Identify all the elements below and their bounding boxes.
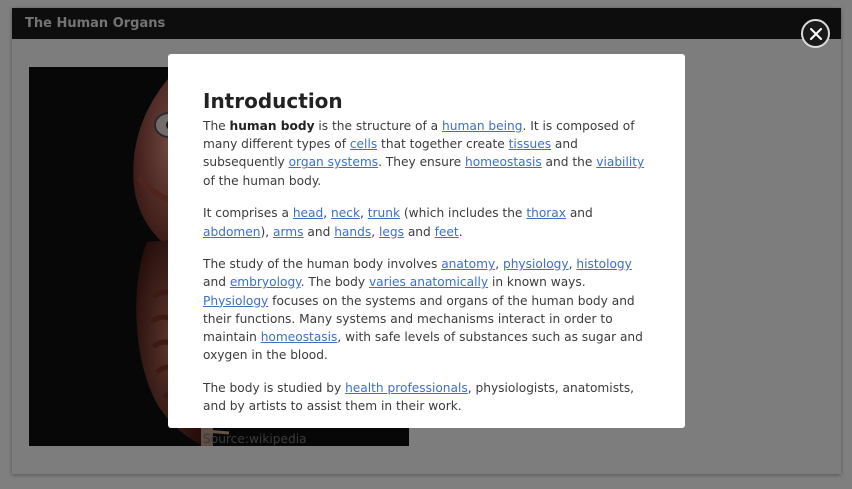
text: . The body bbox=[300, 275, 369, 290]
intro-paragraph-4: The body is studied by health profession… bbox=[203, 379, 651, 415]
link-viability[interactable]: viability bbox=[596, 155, 644, 169]
link-thorax[interactable]: thorax bbox=[526, 206, 566, 220]
text: , bbox=[495, 257, 503, 272]
link-organ-systems[interactable]: organ systems bbox=[289, 155, 378, 169]
text: The bbox=[203, 119, 230, 133]
intro-paragraph-1: The human body is the structure of a hum… bbox=[203, 117, 651, 190]
text: and bbox=[403, 224, 435, 239]
link-anatomy[interactable]: anatomy bbox=[441, 257, 495, 271]
text: It comprises a bbox=[203, 206, 293, 221]
link-trunk[interactable]: trunk bbox=[368, 206, 400, 220]
link-health-professionals[interactable]: health professionals bbox=[345, 381, 468, 395]
text: The body is studied by bbox=[203, 380, 346, 395]
text: The study of the human body involves bbox=[203, 257, 442, 272]
text: is the structure of a bbox=[314, 119, 443, 133]
text: and bbox=[303, 224, 335, 239]
link-tissues[interactable]: tissues bbox=[509, 137, 551, 151]
text: ), bbox=[260, 224, 274, 239]
link-hands[interactable]: hands bbox=[334, 225, 371, 239]
text: . They ensure bbox=[378, 155, 465, 170]
link-homeostasis[interactable]: homeostasis bbox=[465, 155, 542, 169]
text: , bbox=[371, 224, 379, 239]
close-button[interactable] bbox=[801, 19, 830, 48]
link-cells[interactable]: cells bbox=[350, 137, 377, 151]
source-note: Source:wikipedia bbox=[203, 431, 307, 446]
text: and bbox=[203, 275, 230, 290]
intro-paragraph-2: It comprises a head, neck, trunk (which … bbox=[203, 204, 651, 240]
text: , bbox=[323, 206, 332, 221]
text: in known ways. bbox=[488, 275, 586, 290]
modal-title: Introduction bbox=[203, 89, 343, 113]
intro-modal: Introduction The human body is the struc… bbox=[168, 54, 685, 446]
link-neck[interactable]: neck bbox=[331, 206, 360, 220]
link-head[interactable]: head bbox=[293, 206, 323, 220]
link-varies-anatomically[interactable]: varies anatomically bbox=[369, 275, 488, 289]
bold-term: human body bbox=[229, 119, 315, 133]
text: and bbox=[565, 206, 593, 221]
link-feet[interactable]: feet bbox=[435, 225, 459, 239]
text: that together create bbox=[377, 137, 509, 152]
link-histology[interactable]: histology bbox=[576, 257, 632, 271]
link-homeostasis-2[interactable]: homeostasis bbox=[261, 330, 338, 344]
link-human-being[interactable]: human being bbox=[442, 119, 522, 133]
text: (which includes the bbox=[400, 206, 527, 221]
text: , bbox=[360, 206, 368, 221]
text: of the human body. bbox=[203, 173, 322, 188]
link-embryology[interactable]: embryology bbox=[230, 275, 301, 289]
link-physiology[interactable]: physiology bbox=[503, 257, 569, 271]
text: and the bbox=[541, 155, 597, 170]
link-arms[interactable]: arms bbox=[273, 225, 304, 239]
link-legs[interactable]: legs bbox=[379, 225, 404, 239]
intro-paragraph-3: The study of the human body involves ana… bbox=[203, 255, 651, 364]
close-icon bbox=[809, 27, 822, 40]
text: . bbox=[458, 224, 463, 239]
link-physiology-2[interactable]: Physiology bbox=[203, 294, 268, 308]
link-abdomen[interactable]: abdomen bbox=[203, 225, 261, 239]
